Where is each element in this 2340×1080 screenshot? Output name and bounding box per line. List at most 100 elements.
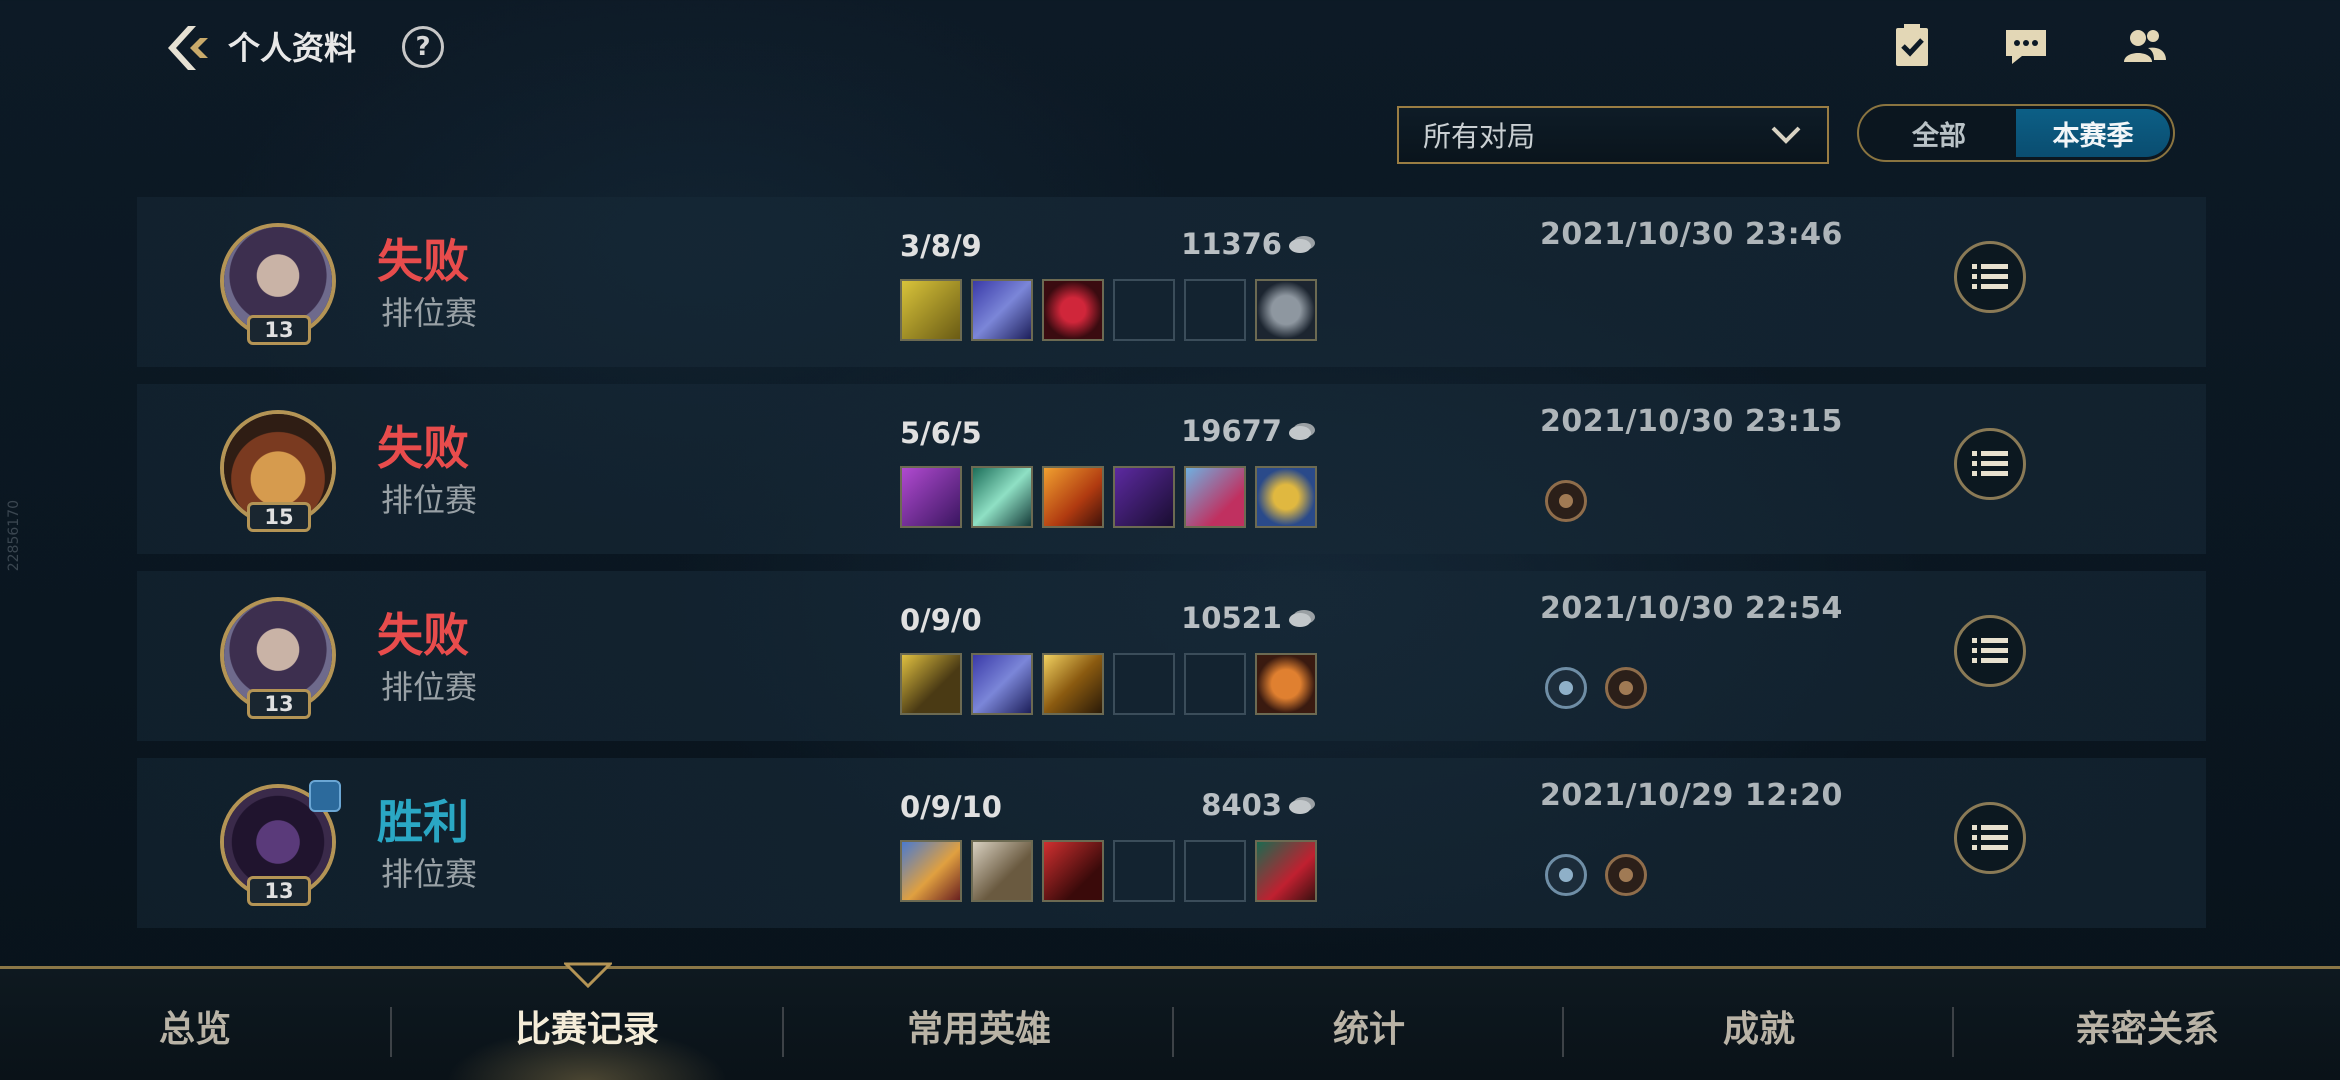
champion-level: 13: [247, 876, 311, 906]
list-icon: [1972, 264, 2008, 289]
blue-medal-icon: [1545, 667, 1587, 709]
medal-list: [1545, 667, 1647, 709]
list-icon: [1972, 451, 2008, 476]
help-button[interactable]: ?: [402, 26, 444, 68]
match-result: 胜利: [377, 795, 469, 849]
champion-level: 15: [247, 502, 311, 532]
tab-statistics[interactable]: 统计: [1174, 969, 1564, 1080]
gold-coins-icon: [1289, 236, 1315, 253]
item-red-claw-icon: [1042, 840, 1104, 902]
season-toggle[interactable]: 全部 本赛季: [1857, 104, 2175, 162]
friends-icon[interactable]: [2120, 22, 2168, 70]
bottom-tab-bar: 总览 比赛记录 常用英雄 统计 成就 亲密关系: [0, 966, 2340, 1080]
kda-text: 3/8/9: [900, 229, 982, 263]
match-mode: 排位赛: [381, 855, 478, 893]
match-time: 2021/10/30 23:15: [1540, 404, 1843, 439]
match-row[interactable]: 15 失败 排位赛 5/6/5 19677 2021/10/30 23:15: [137, 384, 2206, 554]
item-blue-sword-icon: [971, 279, 1033, 341]
match-mode: 排位赛: [381, 294, 478, 332]
orange-trinket-icon: [1255, 653, 1317, 715]
side-id-text: 22856170: [6, 500, 22, 572]
page-title: 个人资料: [228, 29, 357, 67]
kda-text: 0/9/10: [900, 790, 1002, 824]
back-button[interactable]: [158, 20, 214, 76]
item-fire-blade-icon: [1042, 466, 1104, 528]
missions-icon[interactable]: [1888, 22, 1936, 70]
bronze-medal-icon: [1605, 854, 1647, 896]
list-icon: [1972, 638, 2008, 663]
active-tab-pointer-icon: [564, 962, 612, 988]
chat-icon[interactable]: [2002, 22, 2050, 70]
chevron-down-icon: [1771, 126, 1801, 144]
boots-trinket-icon: [1255, 840, 1317, 902]
kda-text: 5/6/5: [900, 416, 982, 450]
match-time: 2021/10/30 23:46: [1540, 217, 1843, 252]
ward-trinket-icon: [1255, 279, 1317, 341]
item-slots: [900, 653, 1317, 715]
tab-achievements[interactable]: 成就: [1564, 969, 1954, 1080]
gold-value: 10521: [1181, 601, 1282, 635]
item-green-rifle-icon: [971, 466, 1033, 528]
gold-amount: 19677: [1181, 414, 1316, 448]
item-slots: [900, 466, 1317, 528]
item-lightning-blade-icon: [1042, 653, 1104, 715]
item-dark-hat-icon: [1113, 466, 1175, 528]
blue-medal-icon: [1545, 854, 1587, 896]
bronze-medal-icon: [1605, 667, 1647, 709]
match-result: 失败: [377, 421, 469, 475]
kda-text: 0/9/0: [900, 603, 982, 637]
gold-amount: 11376: [1181, 227, 1316, 261]
empty-item-slot: [1113, 840, 1175, 902]
empty-item-slot: [1113, 279, 1175, 341]
match-details-button[interactable]: [1954, 802, 2026, 874]
match-details-button[interactable]: [1954, 241, 2026, 313]
match-time: 2021/10/30 22:54: [1540, 591, 1843, 626]
match-details-button[interactable]: [1954, 615, 2026, 687]
tab-favorite-champions[interactable]: 常用英雄: [784, 969, 1174, 1080]
dropdown-value: 所有对局: [1423, 120, 1536, 153]
gold-coins-icon: [1289, 797, 1315, 814]
item-purple-dagger-icon: [900, 466, 962, 528]
item-blue-mask-icon: [1184, 466, 1246, 528]
bronze-medal-icon: [1545, 480, 1587, 522]
gold-value: 19677: [1181, 414, 1282, 448]
toggle-this-season[interactable]: 本赛季: [2016, 109, 2170, 157]
empty-item-slot: [1113, 653, 1175, 715]
item-gauntlet-icon: [971, 840, 1033, 902]
champion-level: 13: [247, 689, 311, 719]
empty-item-slot: [1184, 840, 1246, 902]
list-icon: [1972, 825, 2008, 850]
item-slots: [900, 279, 1317, 341]
toggle-all[interactable]: 全部: [1862, 109, 2016, 157]
gold-coins-icon: [1289, 610, 1315, 627]
item-blue-sword-icon: [971, 653, 1033, 715]
gold-amount: 10521: [1181, 601, 1316, 635]
champion-level: 13: [247, 315, 311, 345]
empty-item-slot: [1184, 279, 1246, 341]
empty-item-slot: [1184, 653, 1246, 715]
match-result: 失败: [377, 608, 469, 662]
item-red-gem-icon: [1042, 279, 1104, 341]
item-yellow-shield-icon: [900, 279, 962, 341]
tab-relationships[interactable]: 亲密关系: [1954, 969, 2340, 1080]
match-row[interactable]: 13 胜利 排位赛 0/9/10 8403 2021/10/29 12:20: [137, 758, 2206, 928]
game-mode-dropdown[interactable]: 所有对局: [1397, 106, 1829, 164]
gold-value: 11376: [1181, 227, 1282, 261]
match-details-button[interactable]: [1954, 428, 2026, 500]
tab-overview[interactable]: 总览: [0, 969, 390, 1080]
match-time: 2021/10/29 12:20: [1540, 778, 1843, 813]
match-mode: 排位赛: [381, 668, 478, 706]
medal-list: [1545, 854, 1647, 896]
premade-party-icon: [309, 780, 341, 812]
match-result: 失败: [377, 234, 469, 288]
item-crest-shield-icon: [900, 840, 962, 902]
item-gold-blade-icon: [900, 653, 962, 715]
gold-value: 8403: [1201, 788, 1282, 822]
match-mode: 排位赛: [381, 481, 478, 519]
back-chevron-icon: [168, 26, 208, 70]
match-row[interactable]: 13 失败 排位赛 0/9/0 10521 2021/10/30 22:54: [137, 571, 2206, 741]
match-row[interactable]: 13 失败 排位赛 3/8/9 11376 2021/10/30 23:46: [137, 197, 2206, 367]
item-slots: [900, 840, 1317, 902]
gold-coins-icon: [1289, 423, 1315, 440]
gold-trinket-icon: [1255, 466, 1317, 528]
